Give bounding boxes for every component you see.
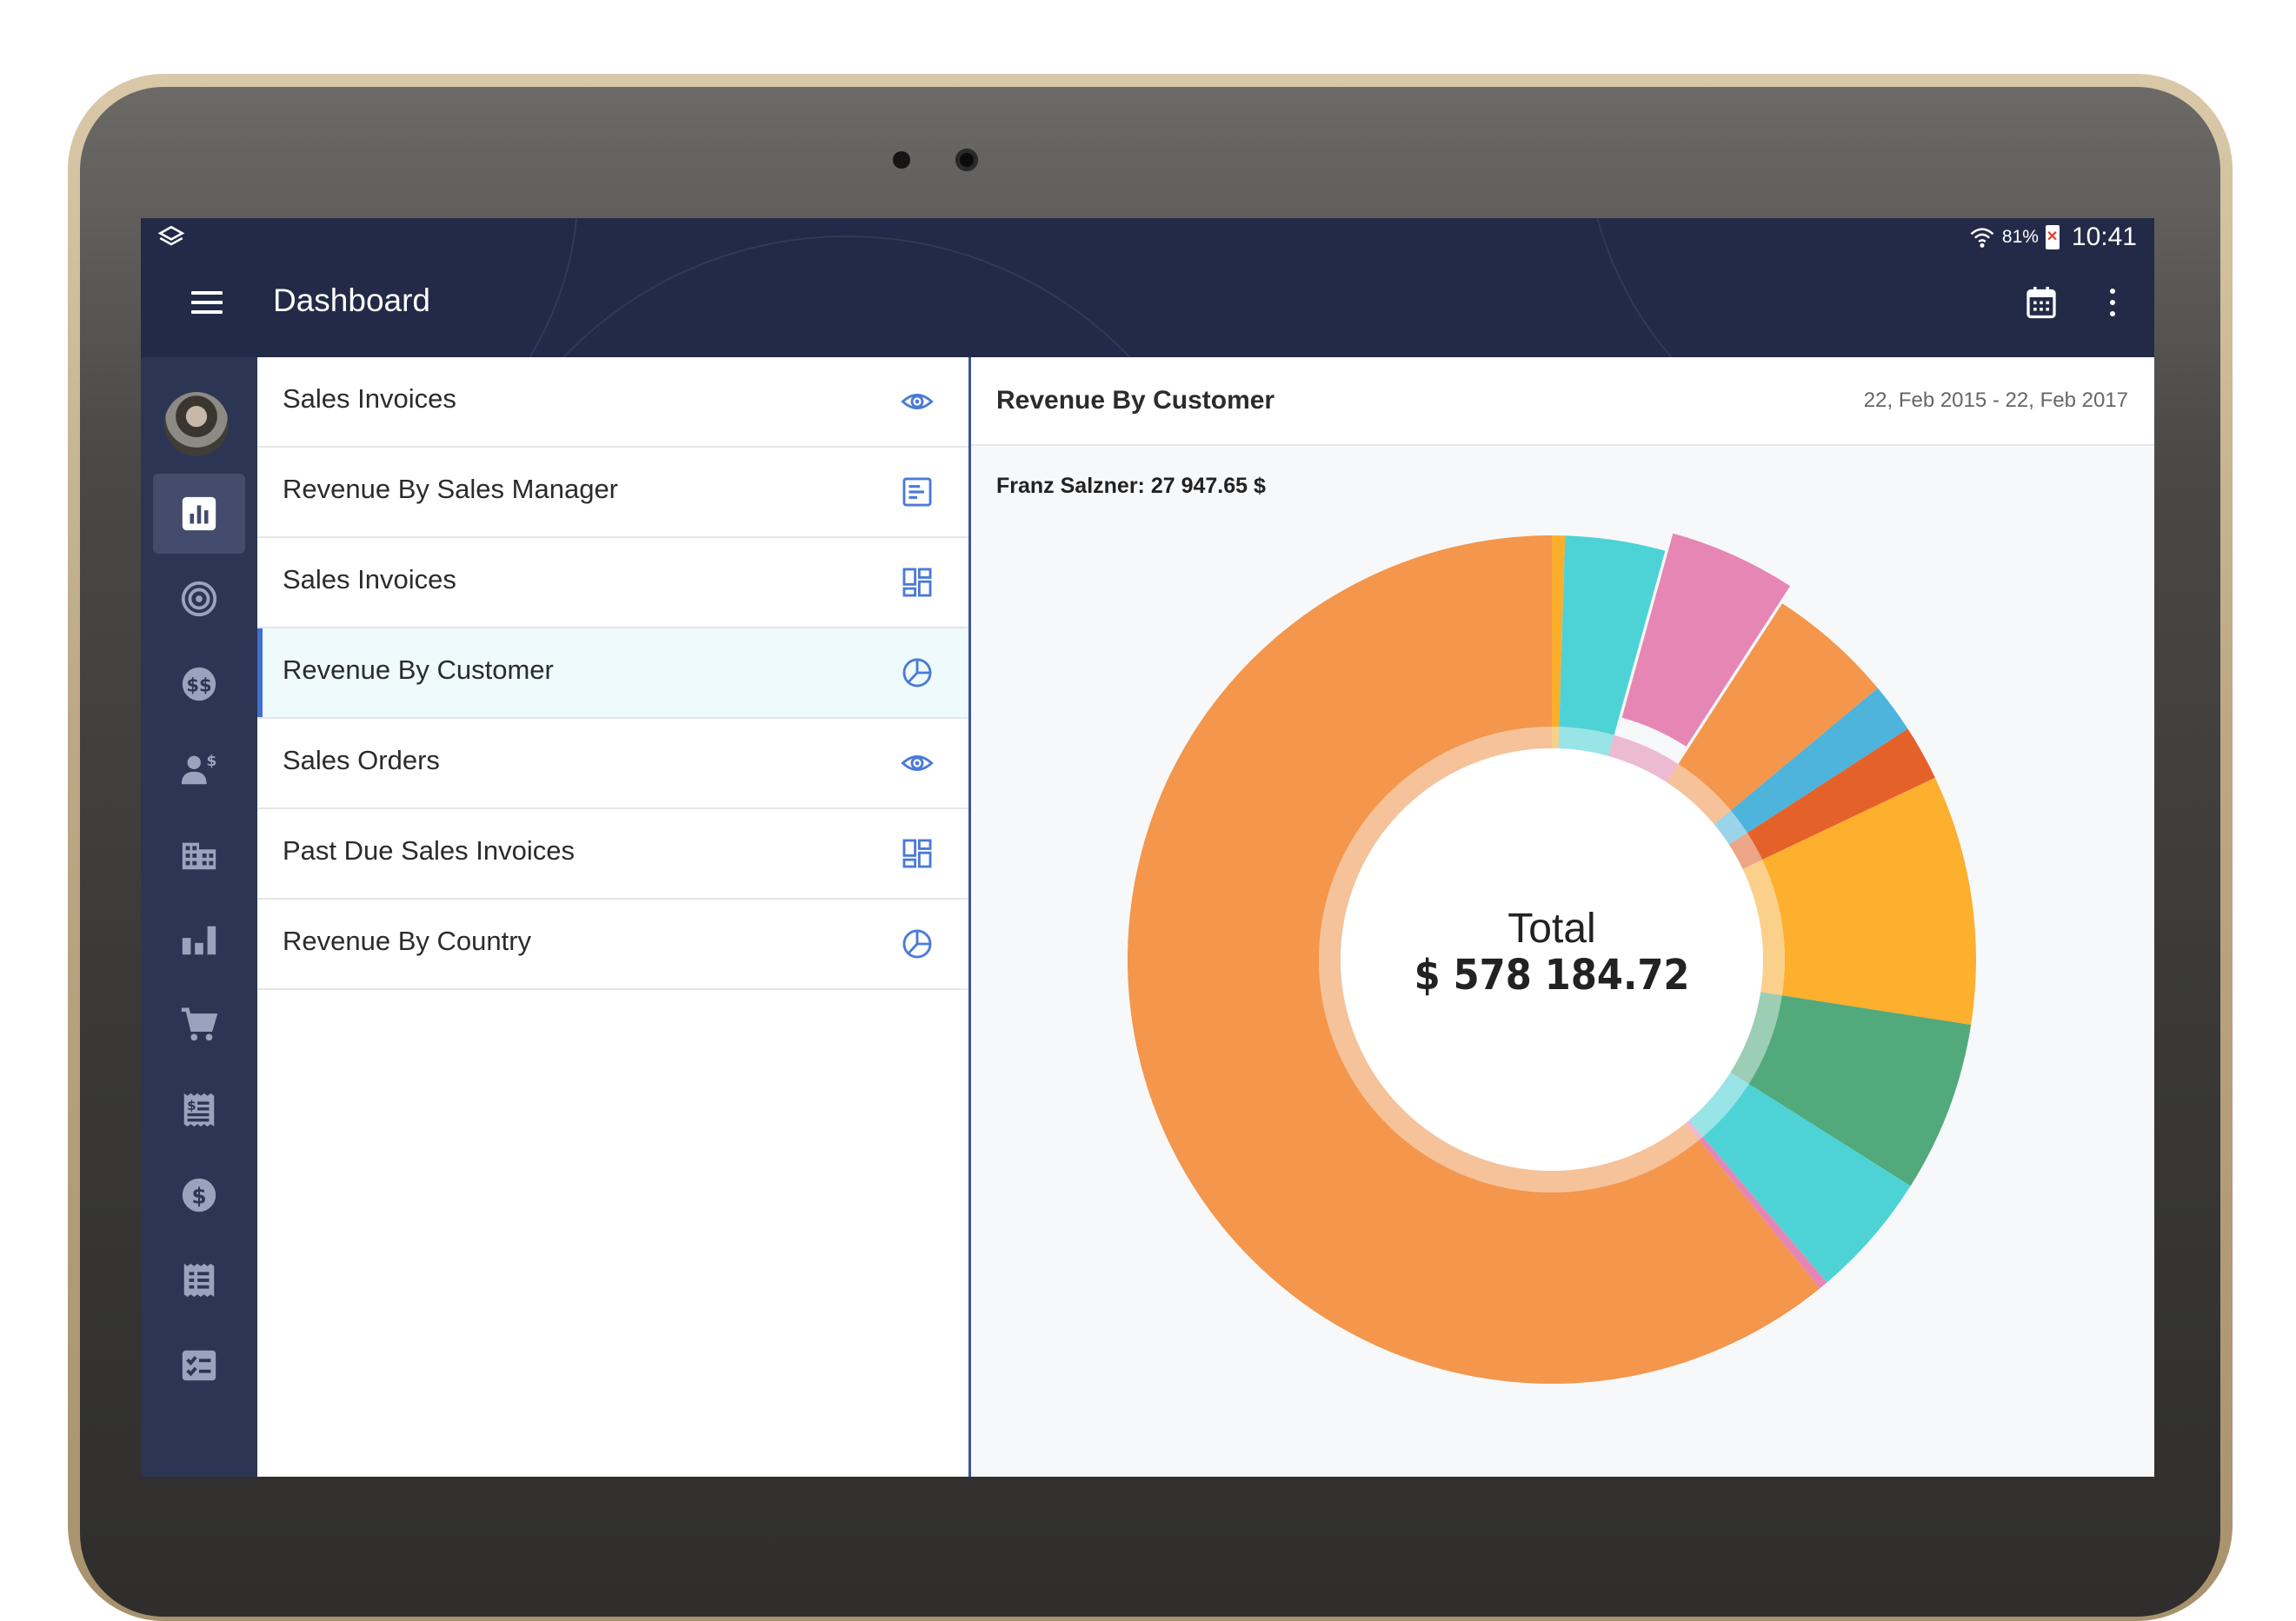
dashboard-menu-list: Sales Invoices Revenue By Sales Manager … [257,357,968,1477]
rail-item-invoices[interactable]: $ [153,1070,245,1150]
total-value: $ 578 184.72 [1414,951,1690,1000]
eye-icon [901,394,934,409]
list-item-label: Sales Invoices [283,564,456,595]
rail-item-target[interactable] [153,559,245,639]
rail-item-currency[interactable]: $$ [153,644,245,724]
list-item-revenue-by-country[interactable]: Revenue By Country [257,900,968,990]
rail-item-customer-payments[interactable]: $ [153,729,245,809]
sensor [893,151,910,169]
status-bar: 81% 10:41 [141,218,2154,256]
navigation-rail: $$ $ $ $ [141,357,257,1477]
more-options-icon[interactable] [2106,285,2120,320]
list-item-sales-invoices-2[interactable]: Sales Invoices [257,538,968,628]
detail-pane: Revenue By Customer 22, Feb 2015 - 22, F… [971,357,2154,1477]
front-camera [955,149,978,171]
list-item-label: Revenue By Customer [283,654,554,685]
avatar[interactable] [164,392,229,456]
svg-text:$$: $$ [186,674,211,696]
list-item-label: Revenue By Sales Manager [283,474,619,504]
rail-item-analytics[interactable] [153,474,245,554]
rail-item-orders[interactable] [153,985,245,1065]
bar-list-icon [902,477,932,507]
rail-item-price-lists[interactable] [153,1240,245,1320]
list-item-past-due-sales-invoices[interactable]: Past Due Sales Invoices [257,809,968,900]
grid-icon [902,839,932,868]
grid-icon [902,568,932,597]
checklist-icon [182,1350,216,1381]
top-app-bar: 81% 10:41 Dashboard [141,218,2154,357]
list-document-icon [183,1263,215,1298]
customer-payment-icon: $ [181,753,216,785]
rail-item-tasks[interactable] [153,1325,245,1405]
pie-icon [902,929,932,959]
app-bar: Dashboard [141,256,2154,357]
list-item-sales-orders[interactable]: Sales Orders [257,719,968,809]
hamburger-menu-icon[interactable] [191,291,223,317]
calendar-icon[interactable] [2026,285,2057,320]
receipt-icon: $ [183,1093,215,1127]
status-indicators: 81% 10:41 [1969,220,2137,255]
clock: 10:41 [2071,223,2137,251]
page-title: Dashboard [273,282,431,318]
rail-item-payments[interactable]: $ [153,1155,245,1235]
currency-exchange-icon: $$ [182,667,216,701]
list-item-label: Sales Invoices [283,383,456,414]
tablet-screen: 81% 10:41 Dashboard [141,218,2154,1477]
list-item-revenue-by-sales-manager[interactable]: Revenue By Sales Manager [257,448,968,538]
svg-text:$: $ [191,1184,206,1209]
layers-icon [157,225,185,246]
analytics-icon [182,496,216,531]
total-label: Total [1507,906,1596,952]
rail-item-companies[interactable] [153,814,245,894]
rail-item-reports[interactable] [153,900,245,980]
battery-icon [2045,225,2060,249]
list-item-label: Revenue By Country [283,926,532,956]
svg-text:$: $ [187,1098,196,1113]
building-icon [182,842,216,870]
svg-text:$: $ [206,753,216,770]
battery-percent: 81% [2001,227,2039,247]
list-item-label: Sales Orders [283,745,440,775]
donut-slice-halo-1 [1552,727,1560,749]
list-item-revenue-by-customer[interactable]: Revenue By Customer [257,628,968,719]
target-icon [181,581,217,617]
cart-icon [181,1007,218,1041]
wifi-icon [1970,228,1994,248]
dollar-badge-icon: $ [182,1178,216,1212]
list-item-sales-invoices[interactable]: Sales Invoices [257,357,968,448]
eye-icon [901,755,934,771]
list-item-label: Past Due Sales Invoices [283,835,576,866]
bar-chart-icon [182,926,216,955]
pie-icon [902,658,932,688]
